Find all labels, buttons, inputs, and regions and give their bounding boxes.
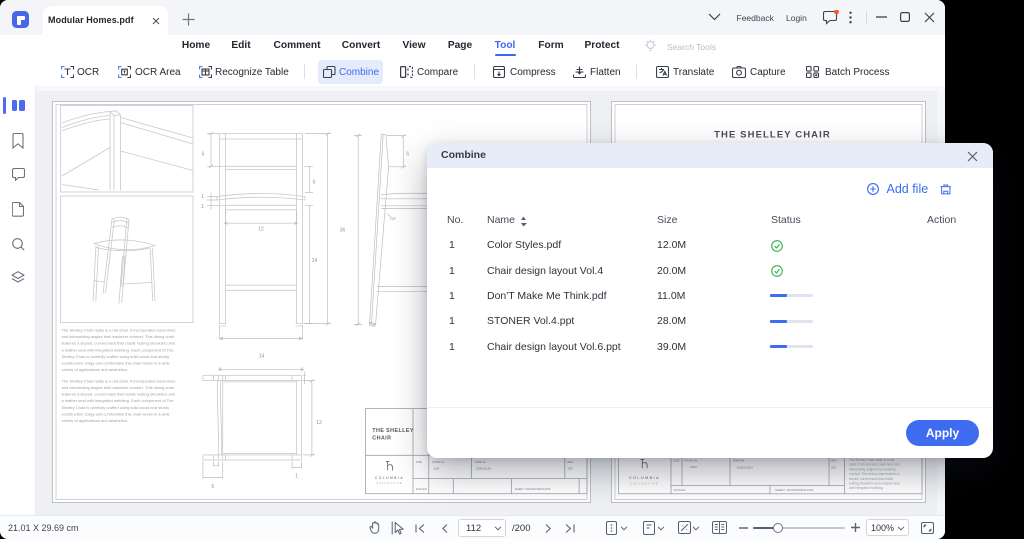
- svg-text:SCALES: SCALES: [674, 488, 686, 492]
- svg-text:COLUMBIA: COLUMBIA: [629, 476, 660, 480]
- svg-text:6: 6: [406, 152, 409, 158]
- svg-text:14: 14: [259, 354, 265, 360]
- svg-text:a leather seat with integrated: a leather seat with integrated webbing. …: [62, 398, 175, 403]
- svg-text:The Shelley Chair really is a: The Shelley Chair really is a rad chair.…: [62, 328, 176, 333]
- svg-text:SHEET 0021001500212154: SHEET 0021001500212154: [515, 487, 551, 491]
- svg-text:DWG №: DWG №: [733, 459, 745, 463]
- svg-text:REV: REV: [568, 460, 574, 464]
- svg-text:variety of applications and ae: variety of applications and aesthetics.: [62, 367, 128, 372]
- svg-text:and intersecting angles that m: and intersecting angles that maximize co…: [62, 334, 175, 339]
- svg-text:108°: 108°: [390, 217, 397, 221]
- svg-text:1: 1: [201, 204, 204, 210]
- svg-text:construction. Edgy and comfort: construction. Edgy and comfortable this …: [62, 361, 171, 366]
- svg-text:features a sloped, curved back: features a sloped, curved back that crad…: [62, 392, 176, 397]
- svg-text:The Shelley Chair really is a: The Shelley Chair really is a rad chair.…: [62, 378, 176, 383]
- svg-text:6: 6: [202, 152, 205, 158]
- svg-text:with integrated webbing.: with integrated webbing.: [849, 486, 883, 490]
- svg-text:Shelley Chair is carefully cra: Shelley Chair is carefully crafted using…: [62, 354, 170, 359]
- svg-text:COLLECTIVE: COLLECTIVE: [376, 482, 403, 485]
- svg-text:THE SHELLEY: THE SHELLEY: [372, 428, 414, 434]
- svg-text:DWG №: DWG №: [475, 460, 486, 464]
- svg-text:features a sloped, curved back: features a sloped, curved back that crad…: [62, 341, 176, 346]
- svg-text:36: 36: [340, 228, 346, 234]
- svg-text:comfort. This dining chair fea: comfort. This dining chair features a: [849, 472, 900, 476]
- svg-text:FSCM №: FSCM №: [685, 459, 698, 463]
- svg-text:SIZE: SIZE: [673, 459, 680, 463]
- svg-text:COLUMBIA: COLUMBIA: [375, 476, 404, 480]
- svg-text:FSCM №: FSCM №: [432, 460, 444, 464]
- svg-text:SCALES: SCALES: [416, 487, 427, 491]
- svg-text:and intersecting angles that m: and intersecting angles that maximize co…: [62, 385, 175, 390]
- svg-text:005: 005: [831, 466, 836, 470]
- svg-text:sloped, curved back that cradl: sloped, curved back that cradle: [849, 477, 893, 481]
- svg-text:1: 1: [201, 194, 204, 200]
- svg-text:The Shelley Chair really is a: The Shelley Chair really is a rad: [849, 458, 894, 462]
- svg-text:2154: 2154: [433, 467, 440, 471]
- svg-text:COLLECTIVE: COLLECTIVE: [630, 481, 659, 485]
- svg-text:6: 6: [211, 484, 214, 490]
- svg-text:intersecting angles that maxim: intersecting angles that maximize: [849, 467, 896, 471]
- svg-text:THE SHELLEY CHAIR: THE SHELLEY CHAIR: [714, 130, 831, 141]
- svg-text:REV: REV: [831, 459, 837, 463]
- svg-text:resting shoulders and a leathe: resting shoulders and a leather seat: [849, 482, 900, 486]
- svg-text:chair. It incorporates clean l: chair. It incorporates clean lines and: [849, 463, 900, 467]
- svg-text:24: 24: [312, 258, 318, 264]
- svg-text:2354: 2354: [690, 465, 697, 469]
- svg-text:1500211154: 1500211154: [737, 466, 754, 470]
- svg-text:12: 12: [316, 420, 322, 426]
- svg-text:12: 12: [258, 227, 264, 233]
- svg-text:005: 005: [568, 467, 573, 471]
- svg-text:1500211154: 1500211154: [476, 467, 492, 471]
- svg-text:a leather seat with integrated: a leather seat with integrated webbing. …: [62, 347, 175, 352]
- svg-text:CHAIR: CHAIR: [372, 436, 391, 442]
- svg-text:6: 6: [313, 180, 316, 186]
- svg-text:Shelley Chair is carefully cra: Shelley Chair is carefully crafted using…: [62, 405, 170, 410]
- svg-text:SIZE: SIZE: [416, 460, 422, 464]
- svg-text:SHEET 0021001500212154: SHEET 0021001500212154: [775, 488, 814, 492]
- svg-text:variety of applications and ae: variety of applications and aesthetics.: [62, 418, 128, 423]
- svg-text:1: 1: [295, 474, 298, 480]
- svg-text:construction. Edgy and comfort: construction. Edgy and comfortable this …: [62, 411, 171, 416]
